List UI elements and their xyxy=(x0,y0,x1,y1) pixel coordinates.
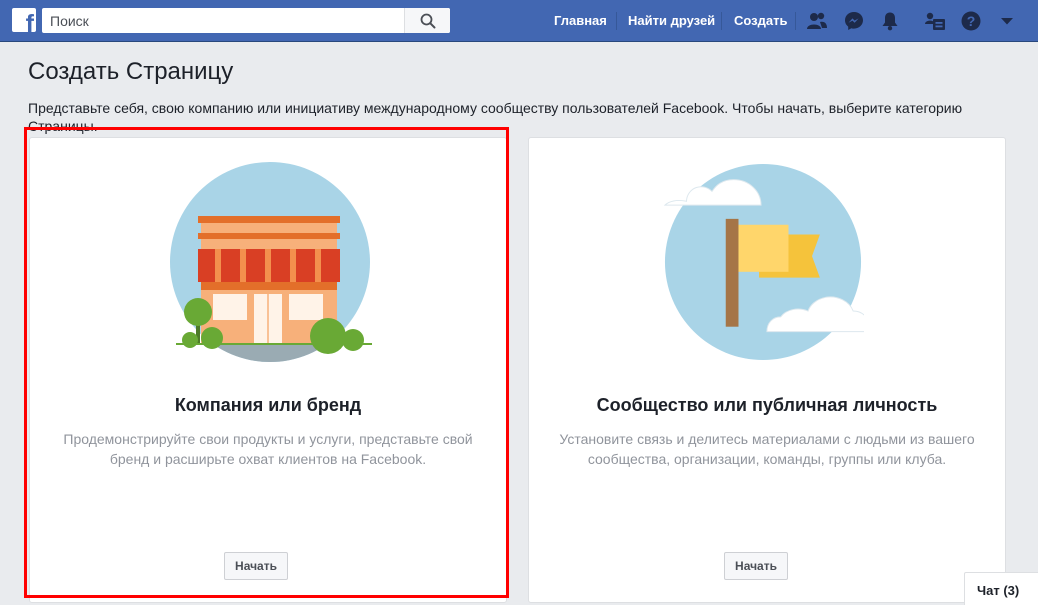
search-button[interactable] xyxy=(404,8,450,33)
chat-tab[interactable]: Чат (3) xyxy=(964,572,1038,605)
business-brand-start-button[interactable]: Начать xyxy=(224,552,288,580)
messenger-icon[interactable] xyxy=(843,10,865,32)
nav-create-link[interactable]: Создать xyxy=(734,13,787,28)
business-brand-description: Продемонстрируйте свои продукты и услуги… xyxy=(63,431,473,467)
community-public-figure-description: Установите связь и делитесь материалами … xyxy=(559,431,975,467)
nav-find-friends-link[interactable]: Найти друзей xyxy=(628,13,715,28)
search-icon xyxy=(420,13,435,28)
nav-divider xyxy=(795,12,796,30)
business-brand-card[interactable]: Компания или бренд Продемонстрируйте сво… xyxy=(29,137,507,603)
community-public-figure-start-button[interactable]: Начать xyxy=(724,552,788,580)
page-title: Создать Страницу xyxy=(28,58,234,85)
business-brand-title: Компания или бренд xyxy=(174,395,362,415)
notifications-icon[interactable] xyxy=(879,10,901,32)
community-public-figure-card[interactable]: Сообщество или публичная личность Устано… xyxy=(528,137,1006,603)
dropdown-arrow-icon[interactable] xyxy=(996,10,1018,32)
page-admin-icon[interactable] xyxy=(924,10,946,32)
search-box xyxy=(42,8,450,33)
svg-text:?: ? xyxy=(967,13,976,29)
top-navigation-bar: f Главная Найти друзей Создать xyxy=(0,0,1038,42)
flag-illustration xyxy=(663,163,864,361)
facebook-logo-icon[interactable]: f xyxy=(12,8,36,32)
page-intro-text: Представьте себя, свою компанию или иниц… xyxy=(28,100,963,134)
nav-divider xyxy=(721,12,722,30)
chat-label: Чат (3) xyxy=(977,583,1020,598)
community-public-figure-title: Сообщество или публичная личность xyxy=(596,395,938,415)
friend-requests-icon[interactable] xyxy=(806,10,828,32)
search-input[interactable] xyxy=(42,8,404,33)
nav-divider xyxy=(616,12,617,30)
storefront-illustration xyxy=(170,162,372,362)
help-icon[interactable]: ? xyxy=(960,10,982,32)
nav-home-link[interactable]: Главная xyxy=(554,13,607,28)
